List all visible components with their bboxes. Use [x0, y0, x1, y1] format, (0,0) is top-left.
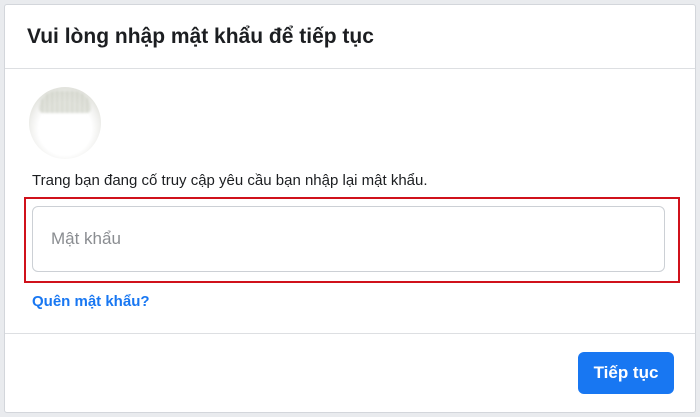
forgot-password-link[interactable]: Quên mật khẩu?	[32, 293, 150, 310]
avatar-image	[39, 91, 91, 113]
password-dialog: Vui lòng nhập mật khẩu để tiếp tục Trang…	[4, 4, 696, 413]
profile-avatar	[29, 87, 101, 159]
dialog-title: Vui lòng nhập mật khẩu để tiếp tục	[27, 25, 374, 48]
dialog-description: Trang bạn đang cố truy cập yêu cầu bạn n…	[32, 172, 428, 189]
footer-divider	[5, 333, 695, 334]
dialog-header: Vui lòng nhập mật khẩu để tiếp tục	[5, 5, 695, 69]
continue-button[interactable]: Tiếp tục	[578, 352, 674, 394]
password-input[interactable]	[32, 206, 665, 272]
